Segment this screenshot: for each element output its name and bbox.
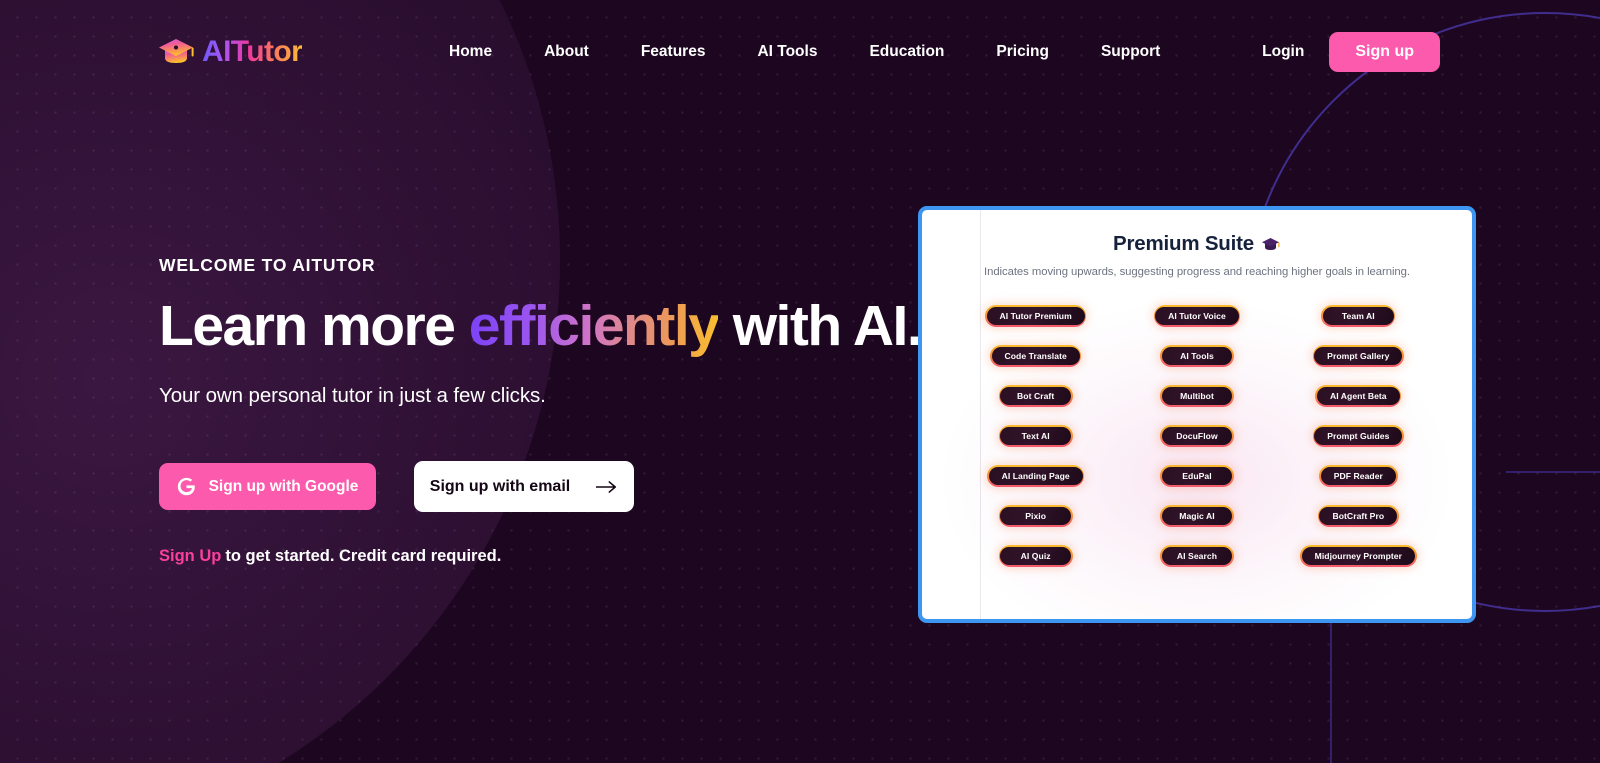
premium-suite-title-text: Premium Suite — [1113, 232, 1254, 255]
nav-item-support[interactable]: Support — [1075, 43, 1186, 61]
premium-suite-subtitle: Indicates moving upwards, suggesting pro… — [984, 266, 1410, 278]
suite-pill-label: Multibot — [1161, 386, 1233, 406]
suite-pill[interactable]: AI Tutor Voice — [1153, 305, 1241, 327]
suite-pill-label: AI Landing Page — [988, 466, 1083, 486]
suite-pill-label: AI Search — [1161, 546, 1233, 566]
suite-pill-label: Prompt Guides — [1314, 426, 1403, 446]
suite-pill[interactable]: Prompt Gallery — [1312, 345, 1405, 367]
signup-with-google-label: Sign up with Google — [208, 477, 359, 495]
login-link[interactable]: Login — [1262, 43, 1304, 61]
suite-pill[interactable]: Text AI — [998, 425, 1073, 447]
hero-eyebrow: WELCOME TO AITUTOR — [159, 255, 376, 275]
hero-helper-text: Sign Up to get started. Credit card requi… — [159, 547, 879, 566]
hero-headline: Learn more efficiently with AI. — [159, 294, 923, 358]
suite-pill-label: AI Agent Beta — [1316, 386, 1400, 406]
suite-pill[interactable]: AI Agent Beta — [1315, 385, 1402, 407]
suite-pill-label: PDF Reader — [1320, 466, 1396, 486]
suite-pill-label: EduPal — [1161, 466, 1233, 486]
suite-pill[interactable]: Code Translate — [989, 345, 1082, 367]
suite-pill-label: AI Tools — [1161, 346, 1233, 366]
headline-prefix: Learn more — [159, 294, 469, 358]
nav-item-pricing[interactable]: Pricing — [970, 43, 1075, 61]
card-vertical-divider — [980, 210, 981, 619]
suite-pill-label: Text AI — [1000, 426, 1072, 446]
suite-pill[interactable]: AI Tools — [1159, 345, 1234, 367]
suite-pill-label: Code Translate — [991, 346, 1080, 366]
signup-with-google-button[interactable]: Sign up with Google — [159, 463, 376, 511]
suite-pill[interactable]: PDF Reader — [1319, 465, 1398, 487]
background-vertical-line — [1330, 612, 1332, 763]
graduation-cap-icon — [1261, 237, 1280, 250]
suite-pill-label: Pixio — [1000, 506, 1072, 526]
nav-item-education[interactable]: Education — [843, 43, 970, 61]
premium-suite-pill-grid: AI Tutor Premium AI Tutor Voice Team AI … — [940, 305, 1454, 567]
suite-pill-label: AI Quiz — [1000, 546, 1072, 566]
suite-pill[interactable]: Multibot — [1159, 385, 1234, 407]
suite-pill[interactable]: BotCraft Pro — [1317, 505, 1399, 527]
headline-accent: efficiently — [468, 294, 720, 358]
site-header: AITutor Home About Features AI Tools Edu… — [0, 0, 1600, 104]
suite-pill[interactable]: Magic AI — [1159, 505, 1234, 527]
signup-button[interactable]: Sign up — [1329, 32, 1440, 72]
suite-pill-label: AI Tutor Voice — [1155, 306, 1239, 326]
suite-pill[interactable]: Pixio — [998, 505, 1073, 527]
suite-pill-label: Magic AI — [1161, 506, 1233, 526]
suite-pill[interactable]: AI Tutor Premium — [984, 305, 1087, 327]
signup-with-email-label: Sign up with email — [429, 477, 571, 495]
google-icon — [177, 478, 195, 496]
brand-logo[interactable]: AITutor — [159, 35, 303, 69]
main-navigation: Home About Features AI Tools Education P… — [449, 43, 1186, 61]
suite-pill-label: DocuFlow — [1161, 426, 1233, 446]
suite-pill[interactable]: EduPal — [1159, 465, 1234, 487]
suite-pill[interactable]: DocuFlow — [1159, 425, 1234, 447]
nav-item-about[interactable]: About — [518, 43, 615, 61]
suite-pill[interactable]: AI Landing Page — [987, 465, 1085, 487]
hero-subheadline: Your own personal tutor in just a few cl… — [159, 384, 546, 408]
nav-item-home[interactable]: Home — [449, 43, 518, 61]
nav-item-ai-tools[interactable]: AI Tools — [731, 43, 843, 61]
suite-pill-label: Midjourney Prompter — [1301, 546, 1415, 566]
background-horizontal-line — [1506, 471, 1600, 473]
headline-suffix: with AI. — [718, 294, 923, 358]
premium-suite-card-inner: Premium Suite Indicates moving upwards, … — [922, 210, 1472, 619]
brand-name: AITutor — [202, 35, 303, 68]
suite-pill-label: Team AI — [1322, 306, 1394, 326]
hero-cta-row: Sign up with Google Sign up with email — [159, 461, 879, 513]
suite-pill[interactable]: Bot Craft — [998, 385, 1073, 407]
helper-signup-link[interactable]: Sign Up — [159, 547, 221, 565]
suite-pill[interactable]: Team AI — [1321, 305, 1396, 327]
header-actions: Login Sign up — [1262, 32, 1440, 72]
suite-pill[interactable]: AI Quiz — [998, 545, 1073, 567]
suite-pill-label: Prompt Gallery — [1314, 346, 1403, 366]
hero-section: WELCOME TO AITUTOR Learn more efficientl… — [159, 255, 923, 566]
helper-static-text: to get started. Credit card required. — [225, 547, 502, 566]
suite-pill[interactable]: AI Search — [1159, 545, 1234, 567]
suite-pill-label: Bot Craft — [1000, 386, 1072, 406]
signup-with-email-button[interactable]: Sign up with email — [414, 461, 634, 513]
premium-suite-card: Premium Suite Indicates moving upwards, … — [918, 206, 1476, 623]
arrow-right-icon — [596, 481, 617, 493]
suite-pill-label: AI Tutor Premium — [986, 306, 1085, 326]
suite-pill-label: BotCraft Pro — [1319, 506, 1398, 526]
nav-item-features[interactable]: Features — [615, 43, 732, 61]
premium-suite-title: Premium Suite — [940, 232, 1454, 256]
suite-pill[interactable]: Prompt Guides — [1312, 425, 1405, 447]
suite-pill[interactable]: Midjourney Prompter — [1300, 545, 1417, 567]
graduation-cap-icon — [159, 39, 194, 63]
